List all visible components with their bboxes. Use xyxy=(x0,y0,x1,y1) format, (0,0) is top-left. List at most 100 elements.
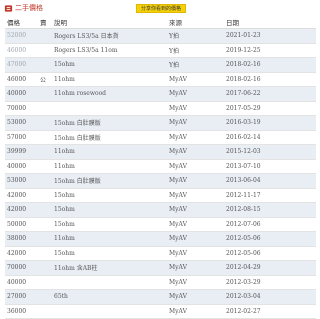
seller-cell xyxy=(38,202,52,218)
table-row[interactable]: 42000 15ohm MyAV 2012-05-06 xyxy=(5,246,316,261)
seller-cell xyxy=(38,217,52,232)
tag-icon xyxy=(4,4,13,12)
description-cell: 11ohm xyxy=(52,72,167,87)
price-cell: 46000 xyxy=(5,43,38,58)
date-cell: 2016-03-19 xyxy=(224,115,316,131)
table-row[interactable]: 46000 公 11ohm MyAV 2018-02-16 xyxy=(5,72,316,87)
date-cell: 2017-06-22 xyxy=(224,86,316,102)
seller-cell xyxy=(38,130,52,145)
price-cell: 42000 xyxy=(5,202,38,218)
table-row[interactable]: 50000 15ohm MyAV 2012-07-06 xyxy=(5,217,316,232)
source-cell: MyAV xyxy=(167,202,224,218)
date-cell: 2013-07-10 xyxy=(224,159,316,174)
page-title-text: 二手價格 xyxy=(15,4,43,12)
table-row[interactable]: 40000 11ohm rosewood MyAV 2017-06-22 xyxy=(5,86,316,102)
column-header-date[interactable]: 日期 xyxy=(224,16,316,29)
price-cell: 40000 xyxy=(5,159,38,174)
seller-cell: 公 xyxy=(38,72,52,87)
description-cell: Rogers LS3/5a 11om xyxy=(52,43,167,58)
description-cell: 15ohm xyxy=(52,188,167,203)
seller-cell xyxy=(38,173,52,189)
price-cell: 40000 xyxy=(5,86,38,102)
date-cell: 2012-04-29 xyxy=(224,260,316,276)
table-row[interactable]: 70000 MyAV 2017-05-29 xyxy=(5,101,316,116)
description-cell: 15ohm 白肚膜版 xyxy=(52,173,167,189)
column-header-price[interactable]: 價格 xyxy=(5,16,38,29)
price-cell: 70000 xyxy=(5,101,38,116)
date-cell: 2016-02-14 xyxy=(224,130,316,145)
description-cell: 11ohm xyxy=(52,231,167,247)
table-row[interactable]: 53000 15ohm 白肚膜版 MyAV 2013-06-04 xyxy=(5,173,316,189)
price-cell: 57000 xyxy=(5,130,38,145)
price-cell: 46000 xyxy=(5,72,38,87)
source-cell: MyAV xyxy=(167,173,224,189)
description-cell xyxy=(52,304,167,319)
date-cell: 2012-05-06 xyxy=(224,246,316,261)
source-cell: MyAV xyxy=(167,144,224,160)
seller-cell xyxy=(38,275,52,290)
table-header-row: 價格 賣 說明 來源 日期 xyxy=(5,16,316,29)
table-row[interactable]: 39999 11ohm MyAV 2015-12-03 xyxy=(5,144,316,160)
column-header-source[interactable]: 來源 xyxy=(167,16,224,29)
description-cell: 65th xyxy=(52,289,167,305)
table-row[interactable]: 47000 15ohm Y拍 2018-02-16 xyxy=(5,57,316,73)
price-cell: 53000 xyxy=(5,115,38,131)
source-cell: MyAV xyxy=(167,246,224,261)
table-row[interactable]: 42000 15ohm MyAV 2012-11-17 xyxy=(5,188,316,203)
date-cell: 2012-11-17 xyxy=(224,188,316,203)
source-cell: MyAV xyxy=(167,275,224,290)
column-header-description[interactable]: 說明 xyxy=(52,16,167,29)
description-cell xyxy=(52,275,167,290)
description-cell xyxy=(52,101,167,116)
seller-cell xyxy=(38,289,52,305)
seller-cell xyxy=(38,188,52,203)
table-row[interactable]: 52000 Rogers LS3/5a 日本貨 Y拍 2021-01-23 xyxy=(5,28,316,44)
table-row[interactable]: 40000 11ohm MyAV 2013-07-10 xyxy=(5,159,316,174)
description-cell: 15ohm xyxy=(52,202,167,218)
description-cell: 11ohm 含AB柱 xyxy=(52,260,167,276)
date-cell: 2012-03-29 xyxy=(224,275,316,290)
table-row[interactable]: 42000 15ohm MyAV 2012-08-15 xyxy=(5,202,316,218)
source-cell: MyAV xyxy=(167,304,224,319)
table-row[interactable]: 36000 MyAV 2012-02-27 xyxy=(5,304,316,319)
source-cell: Y拍 xyxy=(167,43,224,58)
seller-cell xyxy=(38,159,52,174)
source-cell: MyAV xyxy=(167,159,224,174)
date-cell: 2015-12-03 xyxy=(224,144,316,160)
source-cell: Y拍 xyxy=(167,57,224,73)
price-cell: 70000 xyxy=(5,260,38,276)
table-row[interactable]: 70000 11ohm 含AB柱 MyAV 2012-04-29 xyxy=(5,260,316,276)
table-body: 52000 Rogers LS3/5a 日本貨 Y拍 2021-01-23 46000 R… xyxy=(5,28,316,319)
date-cell: 2012-08-15 xyxy=(224,202,316,218)
price-cell: 42000 xyxy=(5,188,38,203)
table-row[interactable]: 40000 MyAV 2012-03-29 xyxy=(5,275,316,290)
seller-cell xyxy=(38,101,52,116)
date-cell: 2018-02-16 xyxy=(224,72,316,87)
price-table: 價格 賣 說明 來源 日期 52000 Rogers LS3/5a 日本貨 Y拍 20… xyxy=(5,16,316,319)
price-cell: 39999 xyxy=(5,144,38,160)
source-cell: MyAV xyxy=(167,289,224,305)
date-cell: 2012-05-06 xyxy=(224,231,316,247)
source-cell: MyAV xyxy=(167,231,224,247)
source-cell: MyAV xyxy=(167,86,224,102)
seller-cell xyxy=(38,231,52,247)
date-cell: 2013-06-04 xyxy=(224,173,316,189)
source-cell: MyAV xyxy=(167,217,224,232)
description-cell: 11ohm xyxy=(52,159,167,174)
seller-cell xyxy=(38,260,52,276)
description-cell: 15ohm xyxy=(52,217,167,232)
table-row[interactable]: 53000 15ohm 白肚膜版 MyAV 2016-03-19 xyxy=(5,115,316,131)
share-price-button[interactable]: 分享你看到的價格 xyxy=(136,4,186,13)
column-header-seller[interactable]: 賣 xyxy=(38,16,52,29)
table-row[interactable]: 38000 11ohm MyAV 2012-05-06 xyxy=(5,231,316,247)
table-row[interactable]: 27000 65th MyAV 2012-03-04 xyxy=(5,289,316,305)
source-cell: MyAV xyxy=(167,130,224,145)
source-cell: MyAV xyxy=(167,101,224,116)
source-cell: MyAV xyxy=(167,260,224,276)
seller-cell xyxy=(38,86,52,102)
date-cell: 2019-12-25 xyxy=(224,43,316,58)
table-row[interactable]: 57000 15ohm 白肚膜版 MyAV 2016-02-14 xyxy=(5,130,316,145)
date-cell: 2018-02-16 xyxy=(224,57,316,73)
table-row[interactable]: 46000 Rogers LS3/5a 11om Y拍 2019-12-25 xyxy=(5,43,316,58)
date-cell: 2012-03-04 xyxy=(224,289,316,305)
